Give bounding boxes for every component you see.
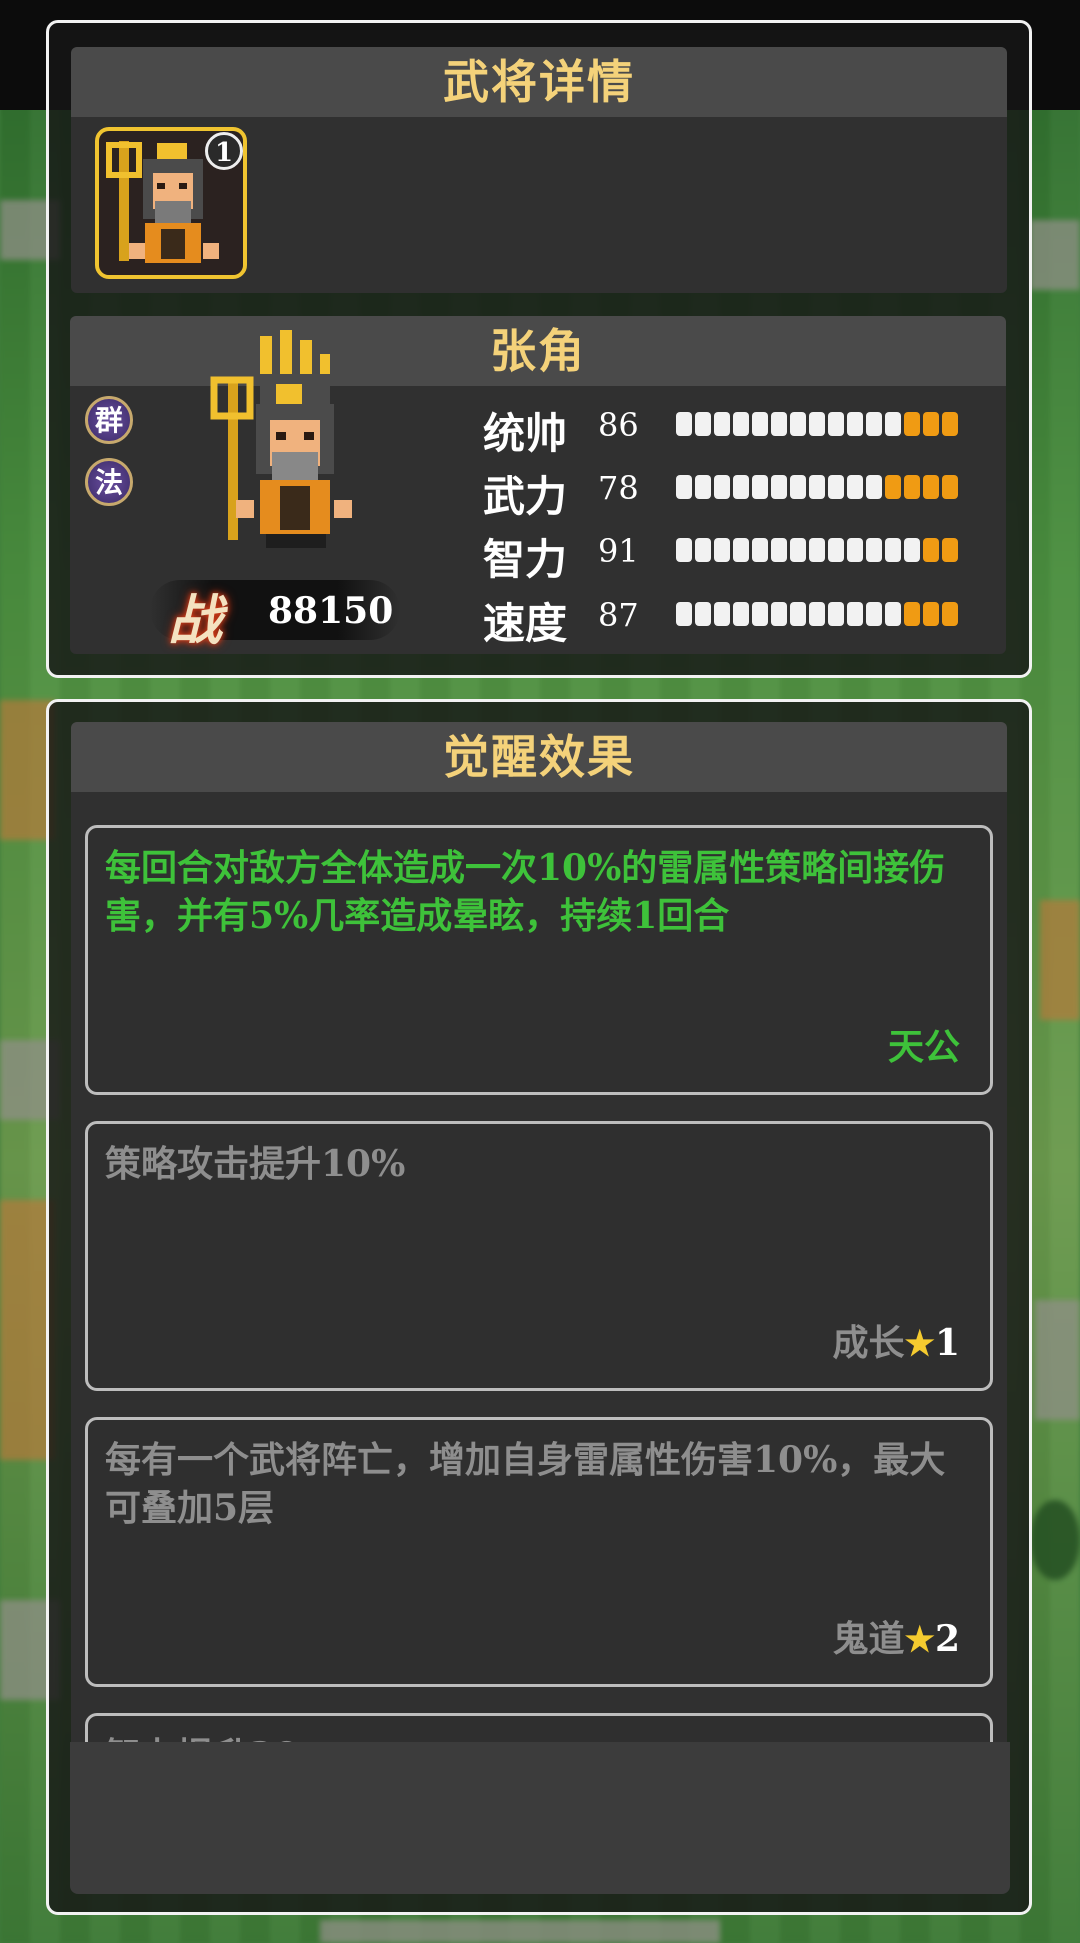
stat-bar-segment bbox=[771, 538, 787, 562]
stat-bar-segment bbox=[923, 538, 939, 562]
stat-bar-segment bbox=[904, 602, 920, 626]
stat-bar-segment bbox=[885, 602, 901, 626]
stat-bar-segment bbox=[866, 602, 882, 626]
stat-bar-segment bbox=[771, 602, 787, 626]
stat-bar-segment bbox=[847, 602, 863, 626]
stat-bar bbox=[676, 475, 966, 499]
stat-bar-segment bbox=[676, 538, 692, 562]
class-tag-fa: 法 bbox=[85, 458, 133, 506]
awaken-effect-source: 成长★1 bbox=[832, 1322, 960, 1364]
stat-bar-segment bbox=[733, 538, 749, 562]
stat-name: 武力 bbox=[483, 472, 568, 521]
stat-bar-segment bbox=[923, 602, 939, 626]
stat-bar bbox=[676, 412, 966, 436]
awaken-title: 觉醒效果 bbox=[71, 722, 1007, 792]
star-icon: ★ bbox=[904, 1324, 935, 1364]
stat-bar-segment bbox=[695, 475, 711, 499]
stat-bar-segment bbox=[923, 412, 939, 436]
stat-bar-segment bbox=[809, 538, 825, 562]
stat-bar-segment bbox=[790, 475, 806, 499]
stat-bar-segment bbox=[790, 538, 806, 562]
awaken-effect-source: 鬼道★2 bbox=[832, 1618, 960, 1660]
stat-bar bbox=[676, 602, 966, 626]
stat-bar-segment bbox=[695, 538, 711, 562]
stat-bar-segment bbox=[771, 475, 787, 499]
stat-bar-segment bbox=[942, 538, 958, 562]
combat-power-value: 88150 bbox=[268, 590, 394, 632]
stat-bar-segment bbox=[942, 475, 958, 499]
stat-bar-segment bbox=[828, 602, 844, 626]
stat-bar-segment bbox=[733, 602, 749, 626]
stat-bar-segment bbox=[790, 602, 806, 626]
stat-value: 91 bbox=[598, 532, 639, 570]
stat-bar-segment bbox=[828, 538, 844, 562]
stat-name: 智力 bbox=[483, 535, 568, 584]
stat-bar-segment bbox=[866, 475, 882, 499]
stat-bar-segment bbox=[866, 412, 882, 436]
stat-bar-segment bbox=[790, 412, 806, 436]
stat-bar-segment bbox=[847, 475, 863, 499]
stat-bar-segment bbox=[885, 412, 901, 436]
stat-bar-segment bbox=[885, 538, 901, 562]
stat-bar-segment bbox=[847, 412, 863, 436]
stat-bar-segment bbox=[904, 475, 920, 499]
stat-bar-segment bbox=[942, 602, 958, 626]
stat-bar-segment bbox=[676, 412, 692, 436]
stat-bar-segment bbox=[904, 412, 920, 436]
stat-bar-segment bbox=[752, 602, 768, 626]
stat-bar-segment bbox=[714, 475, 730, 499]
stat-bar-segment bbox=[771, 412, 787, 436]
stat-bar-segment bbox=[885, 475, 901, 499]
hero-detail-title: 武将详情 bbox=[71, 47, 1007, 117]
awaken-effect-text: 每有一个武将阵亡，增加自身雷属性伤害10%，最大可叠加5层 bbox=[105, 1439, 946, 1529]
stat-value: 87 bbox=[598, 596, 639, 634]
stat-bar-segment bbox=[676, 602, 692, 626]
stat-bar-segment bbox=[752, 538, 768, 562]
stat-bar-segment bbox=[733, 475, 749, 499]
stat-bar bbox=[676, 538, 966, 562]
stat-bar-segment bbox=[752, 475, 768, 499]
stat-bar-segment bbox=[809, 412, 825, 436]
stat-bar-segment bbox=[676, 475, 692, 499]
awaken-effect-source: 天公 bbox=[887, 1026, 960, 1068]
hero-full-sprite bbox=[210, 330, 352, 548]
hero-count-badge: 1 bbox=[205, 132, 243, 170]
stat-bar-segment bbox=[942, 412, 958, 436]
stat-bar-segment bbox=[714, 412, 730, 436]
star-icon: ★ bbox=[904, 1620, 935, 1660]
faction-tag-qun: 群 bbox=[85, 396, 133, 444]
stat-bar-segment bbox=[752, 412, 768, 436]
stat-bar-segment bbox=[904, 538, 920, 562]
stat-bar-segment bbox=[828, 412, 844, 436]
stat-value: 78 bbox=[598, 469, 639, 507]
stat-name: 速度 bbox=[483, 599, 568, 648]
stat-bar-segment bbox=[809, 602, 825, 626]
stat-bar-segment bbox=[809, 475, 825, 499]
stat-bar-segment bbox=[714, 602, 730, 626]
stat-bar-segment bbox=[714, 538, 730, 562]
stat-name: 统帅 bbox=[483, 409, 568, 458]
stat-bar-segment bbox=[847, 538, 863, 562]
awaken-effect-text: 策略攻击提升10% bbox=[105, 1143, 406, 1185]
awaken-effect-3[interactable]: 每有一个武将阵亡，增加自身雷属性伤害10%，最大可叠加5层 鬼道★2 bbox=[85, 1417, 993, 1687]
stat-value: 86 bbox=[598, 406, 639, 444]
awaken-effect-text: 每回合对敌方全体造成一次10%的雷属性策略间接伤害，并有5%几率造成晕眩，持续1… bbox=[105, 847, 946, 937]
combat-power-icon: 战 bbox=[168, 588, 222, 652]
combat-power: 战 88150 bbox=[150, 580, 400, 652]
awaken-effect-2[interactable]: 策略攻击提升10% 成长★1 bbox=[85, 1121, 993, 1391]
stat-bar-segment bbox=[866, 538, 882, 562]
awaken-effect-1[interactable]: 每回合对敌方全体造成一次10%的雷属性策略间接伤害，并有5%几率造成晕眩，持续1… bbox=[85, 825, 993, 1095]
list-scroll-fade bbox=[70, 1742, 1010, 1894]
stat-bar-segment bbox=[733, 412, 749, 436]
stat-bar-segment bbox=[923, 475, 939, 499]
stat-bar-segment bbox=[828, 475, 844, 499]
stat-bar-segment bbox=[695, 602, 711, 626]
stat-bar-segment bbox=[695, 412, 711, 436]
